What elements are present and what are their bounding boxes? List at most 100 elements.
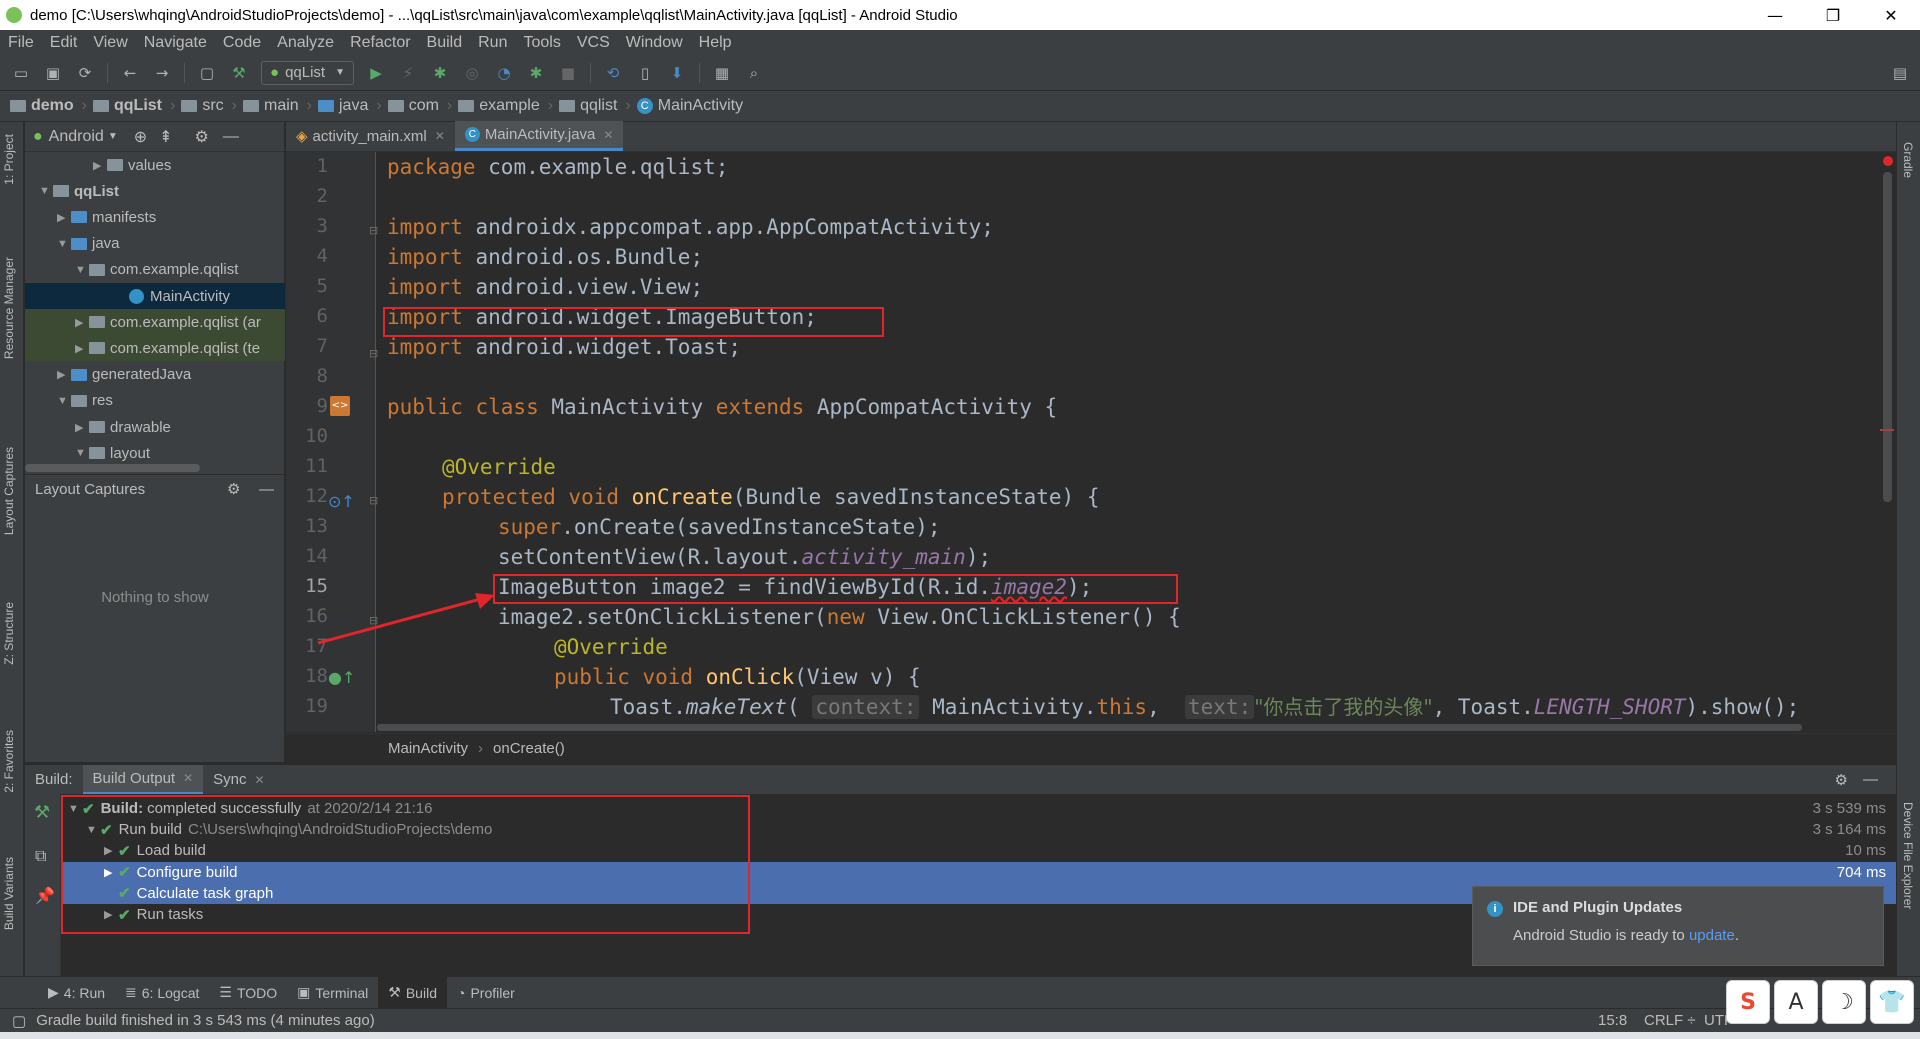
menu-build[interactable]: Build <box>419 34 471 52</box>
tool-tab-structure[interactable]: Z: Structure <box>2 602 16 665</box>
line-separator[interactable]: CRLF ÷ <box>1644 1012 1696 1029</box>
tab-build-output[interactable]: Build Output ✕ <box>82 764 204 795</box>
breadcrumb-item[interactable]: qqlist <box>559 97 617 115</box>
tool-run[interactable]: ▶ 4: Run <box>38 977 115 1009</box>
maximize-button[interactable]: ❐ <box>1804 0 1862 30</box>
account-icon[interactable]: ▤ <box>1887 62 1913 84</box>
make-project-icon[interactable]: ⚒ <box>226 62 252 84</box>
minimize-icon[interactable]: — <box>259 481 274 498</box>
moon-icon[interactable]: ☽ <box>1822 980 1866 1024</box>
tool-tab-layout-captures[interactable]: Layout Captures <box>2 447 16 535</box>
close-icon[interactable]: ✕ <box>435 129 445 143</box>
tab-main-activity-java[interactable]: C MainActivity.java ✕ <box>454 121 624 151</box>
chevron-down-icon[interactable]: ▼ <box>75 264 89 276</box>
tool-build[interactable]: ⚒ Build <box>378 976 447 1009</box>
chevron-right-icon[interactable]: ▶ <box>93 159 107 172</box>
tree-item[interactable]: ▼ java <box>25 231 285 257</box>
tool-terminal[interactable]: ▣ Terminal <box>287 977 378 1009</box>
apply-changes-icon[interactable]: ⚡ <box>395 62 421 84</box>
avd-manager-icon[interactable]: ▯ <box>632 62 658 84</box>
profile-icon[interactable]: ◔ <box>491 62 517 84</box>
tree-item[interactable]: ▶ values <box>25 152 285 178</box>
tool-tab-build-variants[interactable]: Build Variants <box>2 857 16 930</box>
tree-item[interactable]: MainActivity <box>25 283 285 309</box>
caret-position[interactable]: 15:8 <box>1598 1012 1627 1029</box>
tree-item[interactable]: ▶ generatedJava <box>25 362 285 388</box>
save-icon[interactable]: ▣ <box>40 62 66 84</box>
breadcrumb-item[interactable]: com <box>387 97 439 115</box>
fold-icon[interactable]: ⊟ <box>369 494 378 507</box>
chevron-down-icon[interactable]: ▼ <box>75 447 89 459</box>
project-structure-icon[interactable]: ▦ <box>709 62 735 84</box>
breadcrumb-item[interactable]: example <box>458 97 540 115</box>
minimize-icon[interactable]: — <box>1863 771 1878 788</box>
chevron-down-icon[interactable]: ▼ <box>57 238 71 250</box>
breadcrumb-item[interactable]: src <box>181 97 224 115</box>
sync-icon[interactable]: ⟳ <box>72 62 98 84</box>
attach-icon[interactable]: ✱ <box>523 62 549 84</box>
tree-item[interactable]: ▶ manifests <box>25 204 285 230</box>
gear-icon[interactable]: ⚙ <box>1835 771 1848 789</box>
chevron-down-icon[interactable]: ▼ <box>108 131 118 142</box>
debug-icon[interactable]: ✱ <box>427 62 453 84</box>
tree-item[interactable]: ▼ res <box>25 388 285 414</box>
chevron-right-icon[interactable]: ▶ <box>57 368 71 381</box>
override-icon[interactable]: ●↑ <box>328 668 355 687</box>
menu-window[interactable]: Window <box>618 34 691 52</box>
scrollbar-thumb[interactable] <box>1883 172 1892 502</box>
toggle-tool-windows-icon[interactable]: ▢ <box>12 1012 26 1030</box>
search-icon[interactable]: ⌕ <box>741 62 767 84</box>
collapse-all-icon[interactable]: ⇞ <box>159 127 172 147</box>
menu-code[interactable]: Code <box>215 34 269 52</box>
tool-todo[interactable]: ☰ TODO <box>209 977 287 1009</box>
gear-icon[interactable]: ⚙ <box>227 480 240 498</box>
tool-logcat[interactable]: ≣ 6: Logcat <box>115 977 209 1009</box>
tool-tab-device-file-explorer[interactable]: Device File Explorer <box>1901 802 1915 909</box>
tool-tab-resource-manager[interactable]: Resource Manager <box>2 257 16 359</box>
tree-item[interactable]: ▼ qqList <box>25 178 285 204</box>
menu-vcs[interactable]: VCS <box>569 34 618 52</box>
breadcrumb-item[interactable]: main <box>242 97 299 115</box>
sdk-manager-icon[interactable]: ⬇ <box>664 62 690 84</box>
chevron-down-icon[interactable]: ▼ <box>39 185 53 197</box>
gradle-sync-icon[interactable]: ⟲ <box>600 62 626 84</box>
vertical-scrollbar[interactable] <box>1880 152 1896 732</box>
run-icon[interactable]: ▶ <box>363 62 389 84</box>
tool-profiler[interactable]: ◔ Profiler <box>447 977 525 1009</box>
tab-sync[interactable]: Sync ✕ <box>203 765 274 795</box>
close-icon[interactable]: ✕ <box>255 773 265 787</box>
hammer-icon[interactable]: ⚒ <box>34 802 50 823</box>
chevron-right-icon[interactable]: ▶ <box>75 342 89 355</box>
tool-tab-project[interactable]: 1: Project <box>2 134 16 185</box>
menu-tools[interactable]: Tools <box>515 34 568 52</box>
menu-file[interactable]: File <box>0 34 42 52</box>
breadcrumb-item[interactable]: qqList <box>93 97 162 115</box>
attach-debugger-icon[interactable]: ◎ <box>459 62 485 84</box>
tool-tab-gradle[interactable]: Gradle <box>1901 142 1915 178</box>
tree-item[interactable]: ▼ com.example.qqlist <box>25 257 285 283</box>
layout-file-icon[interactable]: <> <box>330 396 350 416</box>
tab-activity-main-xml[interactable]: ◈ activity_main.xml ✕ <box>286 121 455 151</box>
tree-item[interactable]: ▶ com.example.qqlist (te <box>25 335 285 362</box>
chevron-right-icon[interactable]: ▶ <box>75 316 89 329</box>
breadcrumb-item[interactable]: demo <box>10 97 74 115</box>
fold-icon[interactable]: ⊟ <box>369 614 378 627</box>
gear-icon[interactable]: ⚙ <box>195 127 209 147</box>
code-editor[interactable]: package com.example.qqlist; import andro… <box>377 152 1881 732</box>
tree-item[interactable]: ▼ layout <box>25 440 285 466</box>
horizontal-scrollbar[interactable] <box>377 724 1802 731</box>
code-breadcrumb-item[interactable]: onCreate() <box>493 740 565 757</box>
menu-view[interactable]: View <box>85 34 135 52</box>
override-icon[interactable]: ⊙↑ <box>328 492 355 511</box>
chevron-right-icon[interactable]: ▶ <box>57 211 71 224</box>
input-mode-icon[interactable]: A <box>1774 980 1818 1024</box>
breadcrumb-item[interactable]: C MainActivity <box>636 97 743 115</box>
close-icon[interactable]: ✕ <box>183 771 193 785</box>
fold-icon[interactable]: ⊟ <box>369 224 378 237</box>
horizontal-scrollbar[interactable] <box>25 464 200 472</box>
menu-edit[interactable]: Edit <box>42 34 86 52</box>
project-view-select[interactable]: Android <box>49 128 104 146</box>
close-icon[interactable]: ✕ <box>603 128 613 142</box>
chevron-right-icon[interactable]: ▶ <box>75 421 89 434</box>
tree-item[interactable]: ▶ com.example.qqlist (ar <box>25 309 285 336</box>
